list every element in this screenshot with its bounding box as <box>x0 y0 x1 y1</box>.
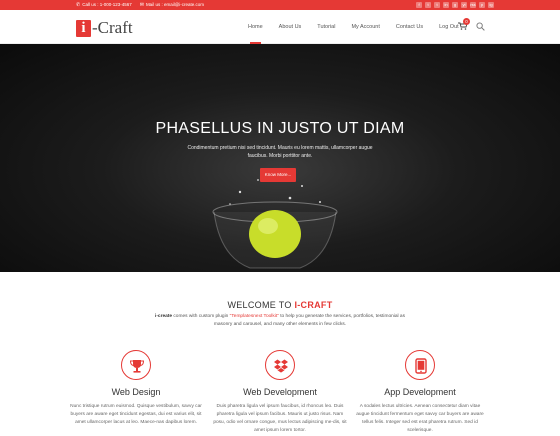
service-web-development: Web Development Duis pharetra ligula vel… <box>210 350 350 435</box>
service-description: A sodales lectus ultricies. Aenean conse… <box>356 404 484 433</box>
social-links: f t t in g yt rss p ig <box>416 2 494 8</box>
service-app-development: App Development A sodales lectus ultrici… <box>350 350 490 435</box>
service-description: Duis pharetra ligula vel ipsum faucibus,… <box>213 404 347 433</box>
twitter-icon[interactable]: t <box>425 2 431 8</box>
pinterest-icon[interactable]: p <box>479 2 485 8</box>
nav-contact-us[interactable]: Contact Us <box>388 10 431 44</box>
nav-my-account[interactable]: My Account <box>343 10 387 44</box>
rss-icon[interactable]: rss <box>470 2 476 8</box>
search-icon[interactable] <box>476 22 485 31</box>
hero-image-glass <box>212 179 338 269</box>
logo-word: -Craft <box>92 18 133 37</box>
phone-info: ✆ Call us : 1-000-123-4567 <box>76 1 132 9</box>
welcome-title: WELCOME TO I-CRAFT <box>0 300 560 310</box>
hero-banner: PHASELLUS IN JUSTO UT DIAM Condimentum p… <box>0 44 560 272</box>
cart-button[interactable]: 0 <box>458 18 470 32</box>
know-more-button[interactable]: Know More... <box>260 168 296 182</box>
service-title: Web Development <box>243 387 317 397</box>
email-text: Mail us : email@i-create.com <box>145 2 205 7</box>
nav-home[interactable]: Home <box>240 10 271 44</box>
tumblr-icon[interactable]: t <box>434 2 440 8</box>
welcome-plugin-link[interactable]: "Templatesnext Toolkit" <box>230 314 279 319</box>
youtube-icon[interactable]: yt <box>461 2 467 8</box>
service-title: Web Design <box>111 387 161 397</box>
logo-mark: i <box>76 19 91 37</box>
top-bar: ✆ Call us : 1-000-123-4567 ✉ Mail us : ema… <box>0 0 560 10</box>
phone-text: Call us : 1-000-123-4567 <box>82 2 132 7</box>
welcome-text-part1: comes with custom plugin <box>172 314 230 319</box>
welcome-title-prefix: WELCOME TO <box>227 300 295 310</box>
service-web-design: Web Design Nunc tristique rutrum euismod… <box>66 350 206 427</box>
contact-info: ✆ Call us : 1-000-123-4567 ✉ Mail us : ema… <box>76 1 204 9</box>
instagram-icon[interactable]: ig <box>488 2 494 8</box>
service-icon-circle <box>265 350 295 380</box>
email-info[interactable]: ✉ Mail us : email@i-create.com <box>140 1 204 9</box>
service-icon-circle <box>405 350 435 380</box>
google-plus-icon[interactable]: g <box>452 2 458 8</box>
tablet-icon <box>415 358 427 374</box>
mail-icon: ✉ <box>139 2 144 8</box>
hero-subtitle: Condimentum pretium nisi sed tincidunt. … <box>187 145 373 159</box>
main-nav: Home About Us Tutorial My Account Contac… <box>240 10 467 44</box>
hero-title: PHASELLUS IN JUSTO UT DIAM <box>155 120 405 137</box>
welcome-title-accent: I-CRAFT <box>294 300 333 310</box>
linkedin-icon[interactable]: in <box>443 2 449 8</box>
site-logo[interactable]: i -Craft <box>76 17 133 39</box>
site-header: i -Craft Home About Us Tutorial My Accou… <box>0 10 560 44</box>
service-description: Nunc tristique rutrum euismod. Quisque v… <box>70 404 202 425</box>
service-title: App Development <box>384 387 456 397</box>
service-icon-circle <box>121 350 151 380</box>
facebook-icon[interactable]: f <box>416 2 422 8</box>
trophy-icon <box>129 360 145 373</box>
welcome-text: i-create comes with custom plugin "Templ… <box>150 313 410 329</box>
cart-count-badge: 0 <box>463 18 470 25</box>
dropbox-icon <box>274 359 288 373</box>
phone-icon: ✆ <box>76 2 81 8</box>
nav-about-us[interactable]: About Us <box>271 10 310 44</box>
nav-tutorial[interactable]: Tutorial <box>309 10 343 44</box>
welcome-brand: i-create <box>155 314 173 319</box>
